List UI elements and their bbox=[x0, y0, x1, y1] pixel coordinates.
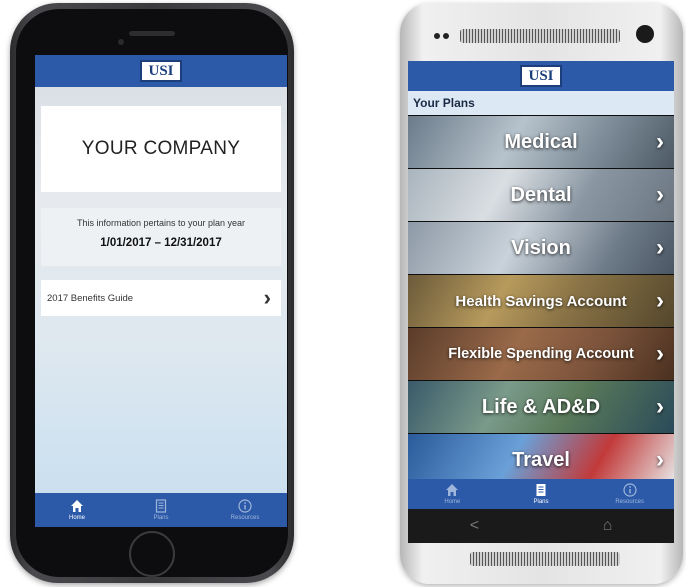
tab-home[interactable]: Home bbox=[408, 479, 497, 509]
usi-logo: USI bbox=[520, 65, 562, 87]
plan-label: Life & AD&D bbox=[481, 395, 601, 418]
sensor-dot bbox=[434, 33, 440, 39]
chevron-right-icon: › bbox=[263, 285, 271, 310]
speaker-grille bbox=[470, 552, 620, 566]
front-camera bbox=[636, 25, 654, 43]
bottom-tab-bar: Home Plans Resources bbox=[408, 479, 674, 509]
tab-home-label: Home bbox=[444, 499, 461, 505]
tab-plans-label: Plans bbox=[153, 515, 169, 521]
tab-resources-label: Resources bbox=[230, 515, 260, 521]
bottom-tab-bar: Home Plans Resources bbox=[35, 493, 287, 527]
android-top-bezel bbox=[410, 17, 673, 57]
plan-item-dental[interactable]: Dental › bbox=[408, 169, 674, 221]
your-plans-header: Your Plans bbox=[408, 91, 674, 115]
page-title: Your Plans bbox=[413, 96, 475, 110]
tab-resources-label: Resources bbox=[615, 499, 645, 505]
tab-plans-label: Plans bbox=[533, 499, 549, 505]
iphone-speaker bbox=[129, 31, 175, 36]
android-screen: USI Your Plans Medical › Dental › Vision… bbox=[408, 61, 674, 509]
sensor-dot bbox=[443, 33, 449, 39]
plan-label: Vision bbox=[511, 236, 571, 259]
plan-label: Travel bbox=[512, 448, 570, 471]
plan-item-hsa[interactable]: Health Savings Account › bbox=[408, 275, 674, 327]
app-header: USI bbox=[35, 55, 287, 87]
tab-plans[interactable]: Plans bbox=[497, 479, 586, 509]
plan-item-fsa[interactable]: Flexible Spending Account › bbox=[408, 328, 674, 380]
chevron-right-icon: › bbox=[656, 234, 664, 261]
plan-year-dates: 1/01/2017 – 12/31/2017 bbox=[100, 237, 222, 249]
plan-label: Medical bbox=[504, 130, 578, 153]
android-nav-bar: < ⌂ bbox=[408, 509, 674, 543]
plan-list: Medical › Dental › Vision › Health Savin… bbox=[408, 116, 674, 487]
iphone-home-button[interactable] bbox=[129, 531, 175, 577]
plan-label: Flexible Spending Account bbox=[448, 346, 634, 362]
tab-resources[interactable]: Resources bbox=[585, 479, 674, 509]
iphone-camera bbox=[118, 39, 124, 45]
chevron-right-icon: › bbox=[656, 446, 664, 473]
tab-plans[interactable]: Plans bbox=[119, 493, 203, 527]
tab-resources[interactable]: Resources bbox=[203, 493, 287, 527]
benefits-guide-row[interactable]: 2017 Benefits Guide › bbox=[41, 280, 281, 316]
plan-item-vision[interactable]: Vision › bbox=[408, 222, 674, 274]
iphone-screen: USI YOUR COMPANY This information pertai… bbox=[35, 55, 287, 527]
chevron-right-icon: › bbox=[656, 128, 664, 155]
tab-home-label: Home bbox=[68, 515, 85, 521]
info-icon bbox=[238, 499, 252, 513]
document-icon bbox=[536, 484, 546, 496]
back-nav-icon[interactable]: < bbox=[470, 517, 479, 535]
usi-logo: USI bbox=[140, 60, 182, 82]
plan-item-life[interactable]: Life & AD&D › bbox=[408, 381, 674, 433]
plan-year-info: This information pertains to your plan y… bbox=[76, 218, 246, 228]
plan-label: Dental bbox=[510, 183, 572, 206]
speaker-grille bbox=[460, 29, 620, 43]
chevron-right-icon: › bbox=[656, 181, 664, 208]
plan-item-medical[interactable]: Medical › bbox=[408, 116, 674, 168]
company-card: YOUR COMPANY bbox=[41, 106, 281, 192]
benefits-guide-label: 2017 Benefits Guide bbox=[47, 292, 134, 304]
home-icon bbox=[446, 484, 459, 496]
android-device: USI Your Plans Medical › Dental › Vision… bbox=[400, 3, 683, 584]
company-name: YOUR COMPANY bbox=[81, 138, 241, 159]
home-icon bbox=[71, 500, 83, 512]
iphone-device: USI YOUR COMPANY This information pertai… bbox=[10, 3, 294, 583]
chevron-right-icon: › bbox=[656, 287, 664, 314]
info-icon bbox=[623, 483, 637, 497]
document-icon bbox=[155, 499, 167, 513]
plan-year-card: This information pertains to your plan y… bbox=[41, 208, 281, 266]
home-nav-icon[interactable]: ⌂ bbox=[603, 517, 613, 535]
tab-home[interactable]: Home bbox=[35, 493, 119, 527]
chevron-right-icon: › bbox=[656, 393, 664, 420]
chevron-right-icon: › bbox=[656, 340, 664, 367]
plan-label: Health Savings Account bbox=[455, 292, 627, 310]
app-header: USI bbox=[408, 61, 674, 91]
